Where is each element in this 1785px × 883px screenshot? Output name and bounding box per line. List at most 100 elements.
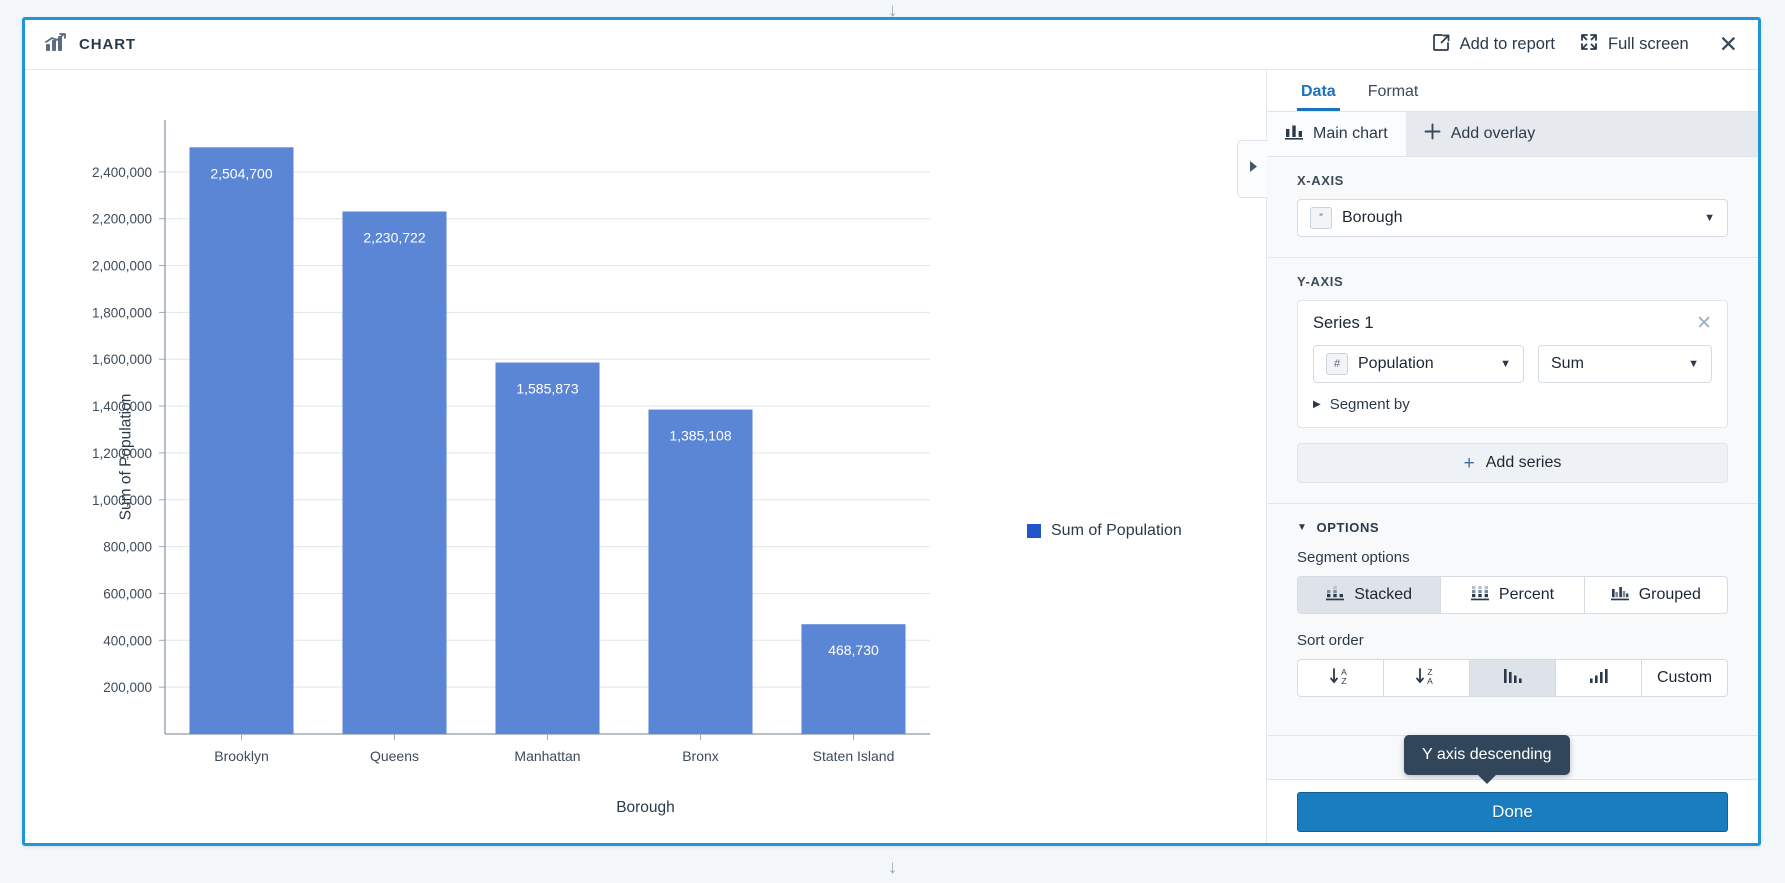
tooltip-text: Y axis descending: [1422, 746, 1552, 763]
svg-text:2,504,700: 2,504,700: [210, 165, 272, 181]
chart-bar-growth-icon: [45, 32, 67, 57]
grouped-bars-icon: [1610, 585, 1629, 606]
y-axis-section-label: Y-AXIS: [1297, 274, 1344, 289]
add-series-label: Add series: [1485, 454, 1562, 471]
series-title: Series 1: [1313, 314, 1374, 332]
subtab-main-chart[interactable]: Main chart: [1267, 112, 1406, 156]
chart-panel: CHART Add to report Full screen ✕ Sum of…: [22, 17, 1761, 846]
panel-body: Sum of Population 200,000 400,000 600,000 8…: [25, 70, 1758, 843]
options-collapse-toggle[interactable]: ▼ OPTIONS: [1297, 520, 1728, 535]
sort-order-z-a[interactable]: Z A: [1384, 659, 1470, 697]
triangle-right-icon: ▶: [1313, 399, 1321, 410]
svg-text:Staten Island: Staten Island: [813, 748, 895, 764]
done-button[interactable]: Done: [1297, 791, 1728, 832]
segment-option-stacked[interactable]: Stacked: [1297, 576, 1442, 614]
close-icon[interactable]: ✕: [1717, 33, 1740, 56]
x-axis-title: Borough: [616, 799, 675, 816]
segment-option-percent-label: Percent: [1498, 586, 1555, 603]
external-link-icon: [1432, 33, 1451, 57]
options-section: ▼ OPTIONS Segment options Stacked Percen…: [1267, 504, 1758, 736]
chart-canvas-area: Sum of Population 200,000 400,000 600,000 8…: [25, 70, 1267, 843]
tab-format[interactable]: Format: [1364, 83, 1423, 111]
svg-text:200,000: 200,000: [103, 680, 152, 695]
chart-settings-sidebar: Data Format Main chart Add overlay X-AXI…: [1267, 70, 1758, 843]
x-axis-section: X-AXIS ” Borough ▼: [1267, 157, 1758, 258]
full-screen-button[interactable]: Full screen: [1579, 32, 1689, 57]
sort-order-custom[interactable]: Custom: [1642, 659, 1728, 697]
svg-text:Z: Z: [1341, 676, 1346, 686]
plus-icon: [1424, 123, 1441, 145]
svg-text:400,000: 400,000: [103, 633, 152, 648]
add-series-button[interactable]: + Add series: [1297, 443, 1728, 483]
sidebar-collapse-toggle[interactable]: [1237, 140, 1267, 198]
series-field-row: # Population ▼ Sum ▼: [1313, 345, 1712, 383]
plot-wrapper: Sum of Population 200,000 400,000 600,000 8…: [25, 70, 1266, 843]
x-axis-section-label: X-AXIS: [1297, 173, 1344, 188]
stacked-bars-icon: [1326, 585, 1345, 606]
sidebar-tabs: Data Format: [1267, 70, 1758, 112]
svg-text:Bronx: Bronx: [682, 748, 719, 764]
svg-text:1,800,000: 1,800,000: [92, 305, 152, 320]
series-card: Series 1 ✕ # Population ▼ Sum ▼ ▶ Segmen…: [1297, 300, 1728, 428]
legend-label: Sum of Population: [1051, 522, 1182, 539]
segment-option-percent[interactable]: Percent: [1441, 576, 1585, 614]
triangle-down-icon: ▼: [1297, 522, 1308, 533]
percent-bars-icon: [1470, 585, 1489, 606]
tooltip: Y axis descending: [1404, 735, 1570, 784]
full-screen-label: Full screen: [1608, 35, 1689, 53]
bar-chart-icon: [1285, 124, 1303, 145]
x-axis-field-select[interactable]: ” Borough ▼: [1297, 199, 1728, 237]
sort-order-a-z[interactable]: A Z: [1297, 659, 1384, 697]
svg-text:1,600,000: 1,600,000: [92, 352, 152, 367]
sidebar-footer: Done: [1267, 779, 1758, 843]
chart-legend: Sum of Population: [1027, 522, 1182, 540]
series-aggregation-value: Sum: [1551, 355, 1584, 372]
segment-option-grouped-label: Grouped: [1638, 586, 1701, 603]
chevron-down-icon: ▼: [1500, 358, 1511, 370]
svg-text:468,730: 468,730: [828, 642, 879, 658]
panel-header-left: CHART: [45, 32, 136, 57]
series-field-select[interactable]: # Population ▼: [1313, 345, 1524, 383]
svg-text:Brooklyn: Brooklyn: [214, 748, 268, 764]
sort-order-label: Sort order: [1297, 632, 1364, 649]
add-to-report-button[interactable]: Add to report: [1432, 33, 1555, 57]
options-label: OPTIONS: [1316, 520, 1380, 535]
svg-text:800,000: 800,000: [103, 540, 152, 555]
svg-text:Manhattan: Manhattan: [514, 748, 580, 764]
panel-header: CHART Add to report Full screen ✕: [25, 20, 1758, 70]
svg-text:1,200,000: 1,200,000: [92, 446, 152, 461]
panel-resize-handle-bottom[interactable]: ↓: [0, 858, 1785, 877]
svg-text:1,400,000: 1,400,000: [92, 399, 152, 414]
expand-icon: [1579, 32, 1599, 57]
remove-series-icon[interactable]: ✕: [1696, 314, 1712, 333]
segment-by-label: Segment by: [1329, 396, 1410, 413]
subtab-add-overlay-label: Add overlay: [1450, 125, 1536, 142]
sort-order-group: A Z Z A Custom: [1297, 659, 1728, 697]
svg-text:2,230,722: 2,230,722: [363, 229, 425, 245]
panel-header-actions: Add to report Full screen ✕: [1432, 32, 1740, 57]
segment-options-group: Stacked Percent Grouped: [1297, 576, 1728, 614]
sort-z-a-icon: Z A: [1415, 666, 1439, 691]
subtab-add-overlay[interactable]: Add overlay: [1405, 112, 1554, 156]
x-axis-field-value: Borough: [1342, 209, 1403, 226]
sort-order-y-descending[interactable]: [1470, 659, 1556, 697]
tab-data[interactable]: Data: [1297, 83, 1340, 111]
legend-swatch: [1027, 524, 1041, 538]
svg-text:1,385,108: 1,385,108: [669, 428, 731, 444]
series-aggregation-select[interactable]: Sum ▼: [1538, 345, 1712, 383]
series-field-value: Population: [1358, 355, 1434, 372]
segment-option-grouped[interactable]: Grouped: [1584, 576, 1728, 614]
bar-chart-plot: 200,000 400,000 600,000 800,000 1,000,000 1,2…: [92, 120, 930, 764]
string-quote-icon: ”: [1310, 207, 1332, 229]
sidebar-subtabs: Main chart Add overlay: [1267, 112, 1758, 157]
sort-a-z-icon: A Z: [1329, 666, 1353, 691]
svg-text:2,200,000: 2,200,000: [92, 212, 152, 227]
sort-order-custom-label: Custom: [1656, 669, 1713, 686]
chevron-down-icon: ▼: [1704, 212, 1715, 224]
segment-option-stacked-label: Stacked: [1354, 586, 1413, 603]
sort-order-y-ascending[interactable]: [1556, 659, 1642, 697]
segment-by-toggle[interactable]: ▶ Segment by: [1313, 396, 1712, 413]
chevron-down-icon: ▼: [1688, 358, 1699, 370]
triangle-right-icon: [1248, 160, 1258, 178]
series-header: Series 1 ✕: [1313, 314, 1712, 333]
